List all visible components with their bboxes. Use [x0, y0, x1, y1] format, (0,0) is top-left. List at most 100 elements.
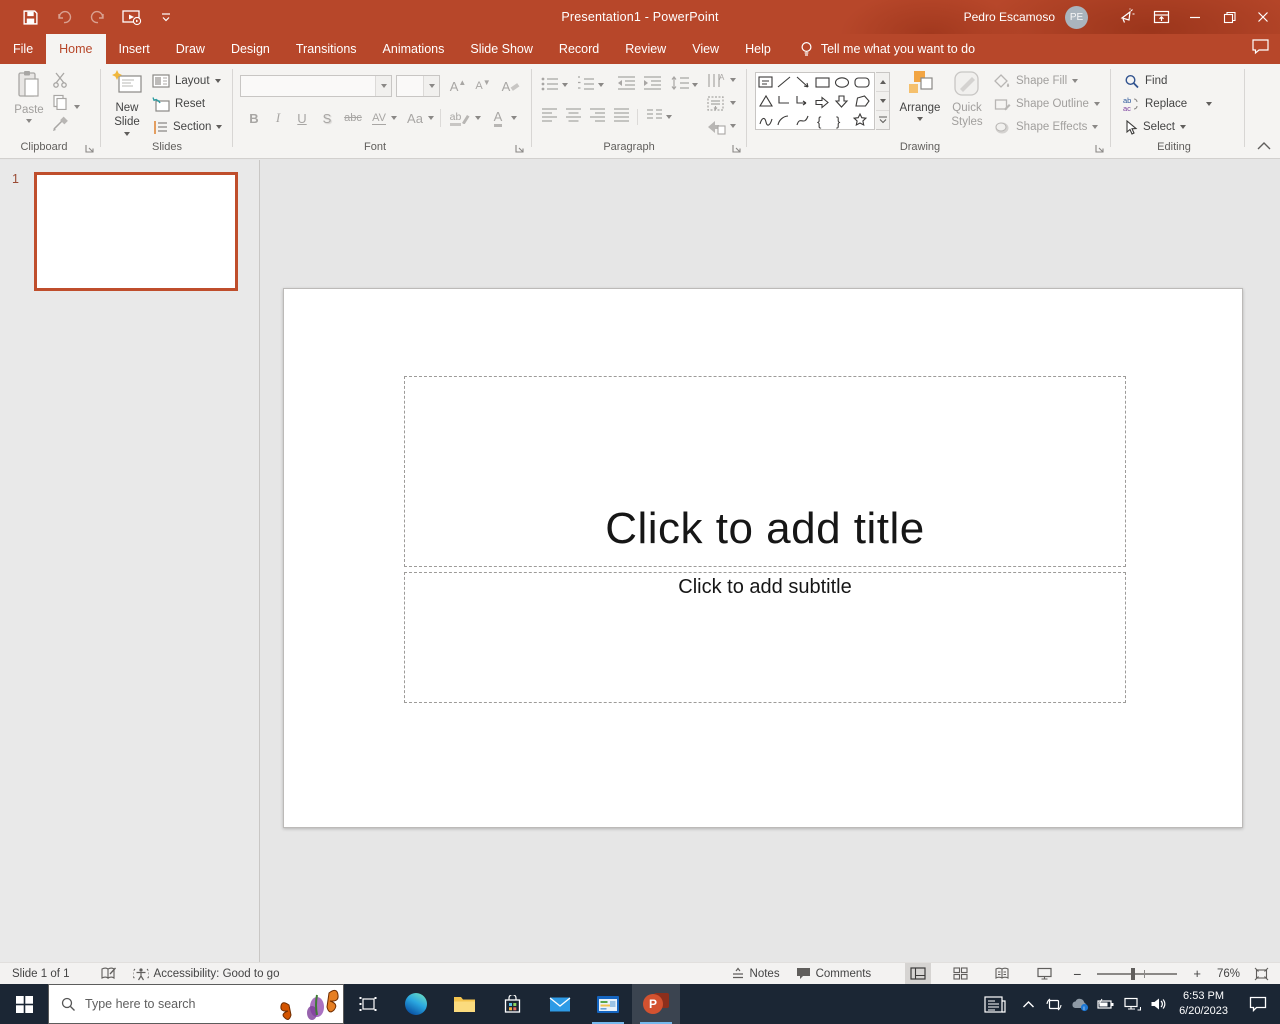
character-spacing-caret[interactable]: [391, 116, 397, 120]
start-button[interactable]: [0, 984, 48, 1024]
line-spacing-caret[interactable]: [692, 83, 698, 87]
drawing-dialog-launcher[interactable]: [1094, 143, 1106, 155]
slideshow-view-button[interactable]: [1031, 963, 1057, 985]
tab-file[interactable]: File: [0, 34, 46, 64]
collapse-ribbon-button[interactable]: [1256, 140, 1272, 155]
shape-fill-button[interactable]: Shape Fill: [994, 72, 1079, 90]
shapes-scroll-down[interactable]: [876, 92, 889, 111]
taskbar-search[interactable]: [48, 984, 344, 1024]
italic-button[interactable]: I: [268, 107, 288, 129]
undo-button[interactable]: [52, 5, 76, 29]
section-button[interactable]: Section: [152, 118, 223, 136]
shapes-more-button[interactable]: [876, 111, 889, 129]
action-center-button[interactable]: [1236, 996, 1280, 1012]
share-comments-button[interactable]: [1251, 38, 1270, 58]
highlight-button[interactable]: ab: [448, 107, 472, 129]
microsoft-store-button[interactable]: [488, 984, 536, 1024]
shape-gallery[interactable]: { }: [755, 72, 875, 130]
tab-transitions[interactable]: Transitions: [283, 34, 370, 64]
text-direction-caret[interactable]: [730, 78, 736, 82]
file-explorer-button[interactable]: [440, 984, 488, 1024]
increase-indent-button[interactable]: [642, 75, 663, 96]
close-button[interactable]: [1246, 0, 1280, 34]
font-name-caret[interactable]: [375, 76, 391, 96]
format-painter-button[interactable]: [52, 116, 69, 136]
arrange-button[interactable]: Arrange: [898, 70, 942, 136]
text-direction-button[interactable]: A: [706, 72, 726, 93]
bullets-button[interactable]: [540, 75, 560, 96]
paste-button[interactable]: Paste: [8, 70, 50, 136]
tab-review[interactable]: Review: [612, 34, 679, 64]
save-button[interactable]: [18, 5, 42, 29]
notes-toggle[interactable]: Notes: [723, 963, 788, 984]
sync-tray-button[interactable]: [1041, 997, 1067, 1012]
underline-button[interactable]: U: [292, 107, 312, 129]
account-avatar[interactable]: PE: [1065, 5, 1088, 29]
align-text-caret[interactable]: [730, 101, 736, 105]
cut-button[interactable]: [52, 72, 70, 91]
tab-insert[interactable]: Insert: [106, 34, 163, 64]
tab-home[interactable]: Home: [46, 34, 106, 64]
convert-smartart-button[interactable]: [706, 118, 726, 139]
onedrive-tray-button[interactable]: i: [1067, 997, 1093, 1012]
network-tray-button[interactable]: [1119, 997, 1145, 1011]
slide-editor[interactable]: Click to add title Click to add subtitle: [283, 288, 1243, 828]
subtitle-placeholder[interactable]: Click to add subtitle: [404, 572, 1126, 703]
bold-button[interactable]: B: [244, 107, 264, 129]
search-input[interactable]: [85, 997, 277, 1011]
zoom-out-button[interactable]: −: [1065, 963, 1089, 984]
app-window-button[interactable]: [584, 984, 632, 1024]
numbering-caret[interactable]: [598, 83, 604, 87]
slide-thumbnail-1[interactable]: [34, 172, 238, 291]
shrink-font-button[interactable]: A ▼: [471, 75, 495, 97]
zoom-slider[interactable]: [1097, 967, 1178, 980]
taskbar-clock[interactable]: 6:53 PM 6/20/2023: [1171, 989, 1236, 1019]
minimize-button[interactable]: [1178, 0, 1212, 34]
font-size-combo[interactable]: [396, 75, 440, 97]
shape-effects-button[interactable]: Shape Effects: [994, 118, 1099, 136]
columns-caret[interactable]: [666, 115, 672, 119]
powerpoint-taskbar-button[interactable]: P: [632, 984, 680, 1024]
battery-tray-button[interactable]: [1093, 998, 1119, 1011]
align-text-button[interactable]: [706, 95, 726, 116]
font-name-combo[interactable]: [240, 75, 392, 97]
start-slideshow-button[interactable]: [120, 5, 144, 29]
select-button[interactable]: Select: [1124, 118, 1186, 136]
bullets-caret[interactable]: [562, 83, 568, 87]
title-placeholder[interactable]: Click to add title: [404, 376, 1126, 567]
tab-animations[interactable]: Animations: [370, 34, 458, 64]
mail-button[interactable]: [536, 984, 584, 1024]
fit-slide-to-window-button[interactable]: [1248, 963, 1274, 985]
tab-design[interactable]: Design: [218, 34, 283, 64]
edge-browser-button[interactable]: [392, 984, 440, 1024]
zoom-in-button[interactable]: +: [1185, 963, 1209, 984]
font-dialog-launcher[interactable]: [514, 143, 526, 155]
align-center-button[interactable]: [564, 107, 583, 128]
spell-check-button[interactable]: [92, 963, 125, 984]
font-color-caret[interactable]: [511, 116, 517, 120]
news-interests-button[interactable]: [975, 995, 1015, 1013]
copy-button[interactable]: [52, 94, 81, 113]
font-color-button[interactable]: A: [487, 107, 509, 129]
character-spacing-button[interactable]: AV: [368, 107, 390, 129]
replace-button[interactable]: ab ac Replace: [1122, 95, 1213, 113]
shapes-scroll-up[interactable]: [876, 73, 889, 92]
justify-button[interactable]: [612, 107, 631, 128]
restore-button[interactable]: [1212, 0, 1246, 34]
tab-view[interactable]: View: [679, 34, 732, 64]
change-case-caret[interactable]: [428, 116, 434, 120]
tab-help[interactable]: Help: [732, 34, 784, 64]
tab-record[interactable]: Record: [546, 34, 612, 64]
zoom-level[interactable]: 76%: [1209, 963, 1248, 984]
normal-view-button[interactable]: [905, 962, 932, 985]
strikethrough-button[interactable]: abc: [340, 107, 366, 129]
grow-font-button[interactable]: A ▲: [446, 75, 470, 97]
volume-tray-button[interactable]: [1145, 997, 1171, 1011]
ribbon-display-options-button[interactable]: [1144, 0, 1178, 34]
quick-styles-button[interactable]: Quick Styles: [944, 70, 990, 136]
numbering-button[interactable]: [576, 75, 596, 96]
coming-soon-button[interactable]: [1110, 0, 1144, 34]
align-left-button[interactable]: [540, 107, 559, 128]
line-spacing-button[interactable]: [670, 75, 690, 96]
hidden-icons-chevron[interactable]: [1015, 1000, 1041, 1009]
